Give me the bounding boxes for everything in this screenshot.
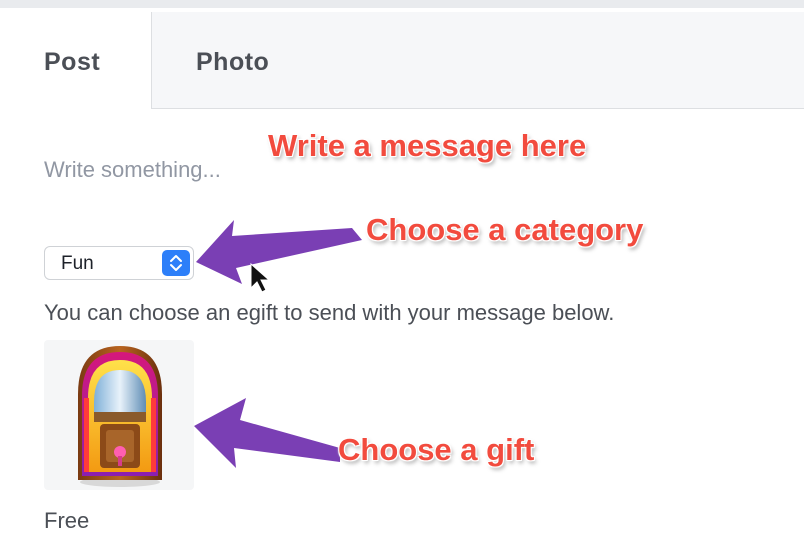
arrow-to-category	[196, 220, 362, 284]
annotation-message: Write a message here	[268, 128, 587, 163]
annotation-gift: Choose a gift	[338, 432, 535, 467]
cursor-icon	[250, 262, 271, 293]
arrow-to-gift	[194, 398, 340, 468]
annotation-category: Choose a category	[366, 212, 644, 247]
